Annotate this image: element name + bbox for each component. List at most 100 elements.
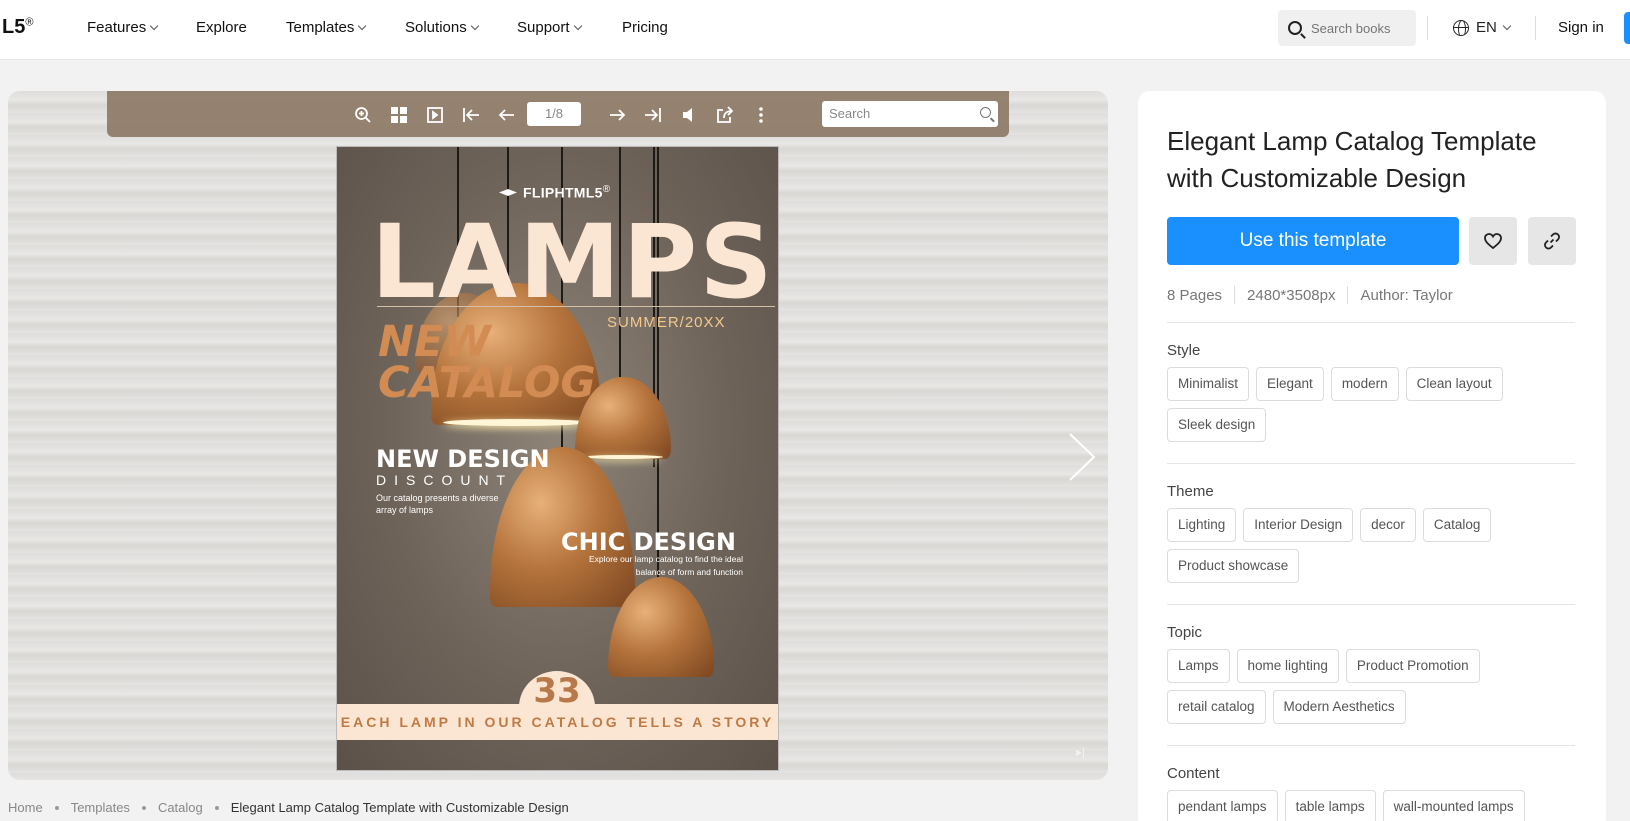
chevron-down-icon bbox=[1502, 21, 1512, 30]
divider bbox=[1234, 286, 1236, 304]
chevron-down-icon bbox=[358, 21, 367, 30]
nav-features[interactable]: Features bbox=[87, 19, 159, 36]
tag[interactable]: Lamps bbox=[1167, 649, 1230, 683]
nav-explore[interactable]: Explore bbox=[196, 19, 247, 36]
top-navigation: L5® Features Explore Templates Solutions… bbox=[0, 0, 1630, 60]
nav-support[interactable]: Support bbox=[517, 19, 582, 36]
viewer-toolbar: 1/8 Search bbox=[107, 91, 1009, 137]
flipbook-viewer: 1/8 Search FLIPHTML5® LAMPS SUMMER/20XX … bbox=[8, 91, 1108, 780]
book-search[interactable] bbox=[1278, 10, 1416, 46]
favorite-button[interactable] bbox=[1469, 217, 1517, 265]
divider bbox=[377, 306, 775, 307]
nav-label: Features bbox=[87, 19, 147, 36]
single-page-icon[interactable] bbox=[425, 105, 445, 125]
breadcrumb-separator bbox=[141, 805, 146, 810]
next-page-arrow-icon[interactable] bbox=[1067, 432, 1097, 482]
breadcrumb-separator bbox=[54, 805, 59, 810]
tag[interactable]: Catalog bbox=[1422, 508, 1492, 542]
heart-icon bbox=[1484, 233, 1502, 249]
last-page-icon[interactable] bbox=[643, 105, 663, 125]
subtitle-line: NEW bbox=[378, 317, 491, 367]
tag[interactable]: Lighting bbox=[1167, 508, 1237, 542]
template-meta: 8 Pages 2480*3508px Author: Taylor bbox=[1167, 286, 1453, 304]
thumbnails-icon[interactable] bbox=[389, 105, 409, 125]
last-page-corner-icon[interactable]: ▸| bbox=[1076, 745, 1085, 759]
tag[interactable]: Product Promotion bbox=[1345, 649, 1480, 683]
breadcrumb-current: Elegant Lamp Catalog Template with Custo… bbox=[230, 800, 569, 815]
tag[interactable]: Modern Aesthetics bbox=[1272, 690, 1406, 724]
sound-icon[interactable] bbox=[679, 105, 699, 125]
page-number-input[interactable]: 1/8 bbox=[527, 102, 581, 126]
tag[interactable]: Elegant bbox=[1256, 367, 1324, 401]
breadcrumb-templates[interactable]: Templates bbox=[71, 800, 130, 815]
tag[interactable]: Clean layout bbox=[1405, 367, 1503, 401]
section-title-topic: Topic bbox=[1167, 624, 1203, 641]
signup-button[interactable] bbox=[1624, 12, 1630, 44]
nav-solutions[interactable]: Solutions bbox=[405, 19, 479, 36]
template-details-panel: Elegant Lamp Catalog Template with Custo… bbox=[1138, 91, 1606, 821]
breadcrumb-home[interactable]: Home bbox=[8, 800, 43, 815]
tag[interactable]: home lighting bbox=[1236, 649, 1339, 683]
meta-author: Author: Taylor bbox=[1360, 286, 1453, 304]
link-icon bbox=[1544, 232, 1560, 250]
logo-mark: ® bbox=[25, 16, 34, 29]
cover-description: Our catalog presents a diverse array of … bbox=[376, 493, 499, 515]
nav-label: Support bbox=[517, 19, 570, 36]
section-title-theme: Theme bbox=[1167, 483, 1214, 500]
nav-label: Solutions bbox=[405, 19, 467, 36]
cover-subtitle: NEW CATALOG bbox=[378, 317, 596, 405]
cover-new-design: NEW DESIGN bbox=[376, 445, 550, 473]
first-page-icon[interactable] bbox=[461, 105, 481, 125]
lamp-light bbox=[443, 419, 589, 426]
meta-size: 2480*3508px bbox=[1247, 286, 1336, 304]
tag[interactable]: modern bbox=[1330, 367, 1399, 401]
logo-text: L5 bbox=[2, 16, 26, 38]
nav-pricing[interactable]: Pricing bbox=[622, 19, 668, 36]
language-selector[interactable]: EN bbox=[1453, 19, 1512, 36]
cover-chic-design: CHIC DESIGN bbox=[561, 528, 736, 556]
search-input[interactable] bbox=[1311, 20, 1411, 36]
chevron-down-icon bbox=[470, 21, 479, 30]
tag[interactable]: table lamps bbox=[1284, 790, 1376, 821]
cover-description: Explore our lamp catalog to find the ide… bbox=[588, 554, 743, 577]
zoom-in-icon[interactable] bbox=[353, 105, 373, 125]
cover-discount: DISCOUNT bbox=[376, 472, 514, 488]
sign-in-link[interactable]: Sign in bbox=[1558, 19, 1604, 36]
tag[interactable]: retail catalog bbox=[1167, 690, 1266, 724]
tag[interactable]: Minimalist bbox=[1167, 367, 1250, 401]
cover-number: 33 bbox=[533, 671, 581, 711]
breadcrumb-catalog[interactable]: Catalog bbox=[158, 800, 203, 815]
tag[interactable]: Interior Design bbox=[1243, 508, 1354, 542]
divider bbox=[1167, 322, 1575, 323]
tag[interactable]: Sleek design bbox=[1167, 408, 1267, 442]
breadcrumb: Home Templates Catalog Elegant Lamp Cata… bbox=[8, 800, 569, 815]
share-icon[interactable] bbox=[715, 105, 735, 125]
meta-pages: 8 Pages bbox=[1167, 286, 1223, 304]
logo[interactable]: L5® bbox=[2, 16, 33, 39]
style-tags: Minimalist Elegant modern Clean layout S… bbox=[1167, 367, 1579, 442]
book-cover-page[interactable]: FLIPHTML5® LAMPS SUMMER/20XX NEW CATALOG … bbox=[337, 147, 778, 770]
search-icon bbox=[980, 107, 991, 118]
brand-text: FLIPHTML5 bbox=[523, 184, 603, 201]
tag[interactable]: wall-mounted lamps bbox=[1382, 790, 1525, 821]
nav-templates[interactable]: Templates bbox=[286, 19, 367, 36]
tag[interactable]: Product showcase bbox=[1167, 549, 1300, 583]
prev-page-icon[interactable] bbox=[497, 105, 517, 125]
viewer-search-input[interactable]: Search bbox=[822, 101, 998, 127]
divider bbox=[1167, 745, 1575, 746]
template-title: Elegant Lamp Catalog Template with Custo… bbox=[1167, 126, 1537, 193]
divider bbox=[1347, 286, 1349, 304]
cover-brand: FLIPHTML5® bbox=[499, 184, 610, 201]
section-title-style: Style bbox=[1167, 342, 1201, 359]
tag[interactable]: decor bbox=[1360, 508, 1416, 542]
globe-icon bbox=[1453, 19, 1469, 36]
use-template-button[interactable]: Use this template bbox=[1167, 217, 1459, 265]
graduation-cap-icon bbox=[499, 188, 517, 196]
copy-link-button[interactable] bbox=[1528, 217, 1576, 265]
divider bbox=[1427, 16, 1428, 40]
topic-tags: Lamps home lighting Product Promotion re… bbox=[1167, 649, 1579, 724]
next-page-icon[interactable] bbox=[607, 105, 627, 125]
more-icon[interactable] bbox=[751, 105, 771, 125]
nav-label: Explore bbox=[196, 19, 247, 36]
tag[interactable]: pendant lamps bbox=[1167, 790, 1278, 821]
